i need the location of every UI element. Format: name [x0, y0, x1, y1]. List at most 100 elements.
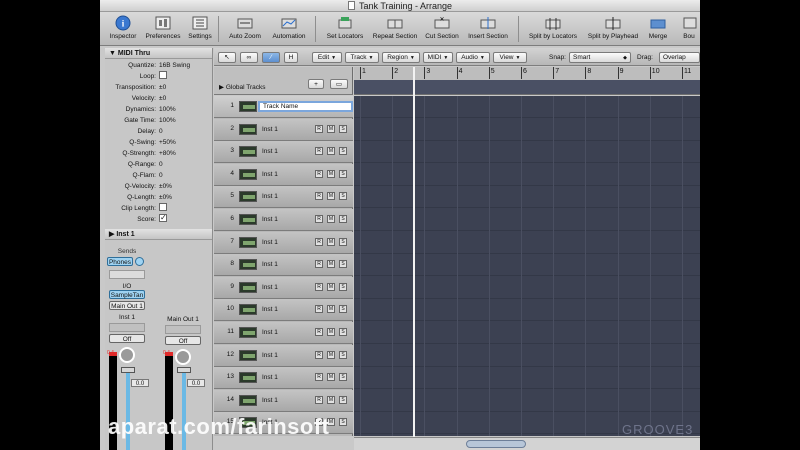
set-locators-button[interactable]: Set Locators	[322, 15, 368, 40]
horizontal-scrollbar[interactable]	[354, 437, 700, 450]
add-track-button[interactable]: +	[308, 79, 324, 89]
mute-button[interactable]: M	[327, 260, 335, 269]
settings-button[interactable]: Settings	[185, 15, 215, 40]
merge-button[interactable]: Merge	[644, 15, 672, 40]
solo-button[interactable]: S	[339, 260, 347, 269]
param-gate-time[interactable]: Gate Time: 100%	[105, 115, 212, 126]
scroll-thumb[interactable]	[466, 440, 526, 448]
split-by-playhead-button[interactable]: Split by Playhead	[584, 15, 642, 40]
param-delay[interactable]: Delay: 0	[105, 126, 212, 137]
track-row[interactable]: 5 Inst 1 RMS	[214, 186, 353, 209]
track-row[interactable]: 9 Inst 1 RMS	[214, 276, 353, 299]
region-parameters-header[interactable]: ▼ MIDI Thru	[105, 48, 212, 59]
inspector-button[interactable]: i Inspector	[104, 15, 142, 40]
bar-ruler[interactable]: 1 2 3 4 5 6 7 8 9 10 11	[354, 67, 700, 95]
menu-edit[interactable]: Edit ▼	[312, 52, 342, 63]
record-enable-button[interactable]: R	[315, 237, 323, 246]
param-q-range[interactable]: Q-Range: 0	[105, 159, 212, 170]
track-row[interactable]: 10 Inst 1 RMS	[214, 299, 353, 322]
record-enable-button[interactable]: R	[315, 373, 323, 382]
arrange-lanes[interactable]	[354, 96, 700, 436]
clip-length-checkbox[interactable]	[159, 203, 167, 211]
param-q-strength[interactable]: Q-Strength: +80%	[105, 148, 212, 159]
mute-button[interactable]: M	[327, 395, 335, 404]
mute-button[interactable]: M	[327, 373, 335, 382]
track-row[interactable]: 13 Inst 1 RMS	[214, 367, 353, 390]
param-score[interactable]: Score:	[105, 212, 212, 225]
record-enable-button[interactable]: R	[315, 124, 323, 133]
solo-button[interactable]: S	[339, 169, 347, 178]
param-q-length[interactable]: Q-Length: ±0%	[105, 192, 212, 203]
solo-button[interactable]: S	[339, 305, 347, 314]
track-row[interactable]: 11 Inst 1 RMS	[214, 322, 353, 344]
mute-button[interactable]: M	[327, 215, 335, 223]
menu-view[interactable]: View ▼	[493, 52, 527, 63]
loop-checkbox[interactable]	[159, 71, 167, 79]
group-slot[interactable]	[165, 325, 201, 334]
volume-fader-cap-right[interactable]	[177, 367, 191, 373]
mute-button[interactable]: M	[327, 305, 335, 314]
record-enable-button[interactable]: R	[315, 260, 323, 269]
track-lane[interactable]	[354, 96, 700, 118]
solo-button[interactable]: S	[339, 147, 347, 156]
record-enable-button[interactable]: R	[315, 192, 323, 201]
track-row[interactable]: 3 Inst 1 RMS	[214, 141, 353, 164]
automation-mode[interactable]: Off	[109, 334, 145, 343]
cycle-bar[interactable]	[354, 80, 700, 94]
record-enable-button[interactable]: R	[315, 215, 323, 223]
send-slot-phones[interactable]: Phones	[107, 257, 133, 266]
track-row[interactable]: 14 Inst 1 RMS	[214, 389, 353, 412]
mute-button[interactable]: M	[327, 237, 335, 246]
solo-button[interactable]: S	[339, 124, 347, 133]
pointer-tool-button[interactable]: ↖	[218, 52, 236, 63]
volume-fader-cap-left[interactable]	[121, 367, 135, 373]
catch-button[interactable]: ⁄	[262, 52, 280, 63]
solo-button[interactable]: S	[339, 418, 347, 427]
track-lane[interactable]	[354, 119, 700, 141]
param-transposition[interactable]: Transposition: ±0	[105, 82, 212, 93]
track-lane[interactable]	[354, 277, 700, 299]
mute-button[interactable]: M	[327, 192, 335, 201]
mute-button[interactable]: M	[327, 282, 335, 291]
track-row[interactable]: 8 Inst 1 RMS	[214, 254, 353, 277]
track-row[interactable]: 12 Inst 1 RMS	[214, 344, 353, 367]
insert-section-button[interactable]: Insert Section	[464, 15, 512, 40]
cut-section-button[interactable]: ✕ Cut Section	[422, 15, 462, 40]
track-parameters-header[interactable]: ▶ Inst 1	[105, 229, 212, 240]
score-checkbox[interactable]	[159, 212, 167, 223]
pan-knob[interactable]	[119, 347, 135, 363]
param-loop[interactable]: Loop:	[105, 71, 212, 82]
mute-button[interactable]: M	[327, 328, 335, 336]
track-row[interactable]: 1 Track Name	[214, 96, 353, 118]
drag-select[interactable]: Overlap	[659, 52, 700, 63]
menu-region[interactable]: Region ▼	[382, 52, 420, 63]
record-enable-button[interactable]: R	[315, 328, 323, 336]
hide-button[interactable]: H	[284, 52, 298, 63]
track-lane[interactable]	[354, 141, 700, 164]
track-lane[interactable]	[354, 186, 700, 209]
link-button[interactable]: ∞	[240, 52, 258, 63]
track-row[interactable]: 7 Inst 1 RMS	[214, 231, 353, 254]
record-enable-button[interactable]: R	[315, 147, 323, 156]
bounce-button[interactable]: Bou	[678, 15, 700, 40]
send-slot-empty[interactable]	[109, 270, 145, 279]
record-enable-button[interactable]: R	[315, 169, 323, 178]
param-q-flam[interactable]: Q-Flam: 0	[105, 170, 212, 181]
track-row[interactable]: 4 Inst 1 RMS	[214, 163, 353, 186]
track-lane[interactable]	[354, 299, 700, 322]
pan-knob[interactable]	[175, 349, 191, 365]
track-lane[interactable]	[354, 254, 700, 277]
solo-button[interactable]: S	[339, 350, 347, 359]
record-enable-button[interactable]: R	[315, 395, 323, 404]
playhead[interactable]	[413, 67, 415, 450]
track-lane[interactable]	[354, 164, 700, 186]
track-options-button[interactable]: ▭	[330, 79, 348, 89]
param-q-velocity[interactable]: Q-Velocity: ±0%	[105, 181, 212, 192]
preferences-button[interactable]: Preferences	[142, 15, 184, 40]
track-row[interactable]: 6 Inst 1 RMS	[214, 209, 353, 231]
solo-button[interactable]: S	[339, 328, 347, 336]
track-lane[interactable]	[354, 209, 700, 231]
auto-zoom-button[interactable]: Auto Zoom	[225, 15, 265, 40]
param-q-swing[interactable]: Q-Swing: +50%	[105, 137, 212, 148]
solo-button[interactable]: S	[339, 282, 347, 291]
